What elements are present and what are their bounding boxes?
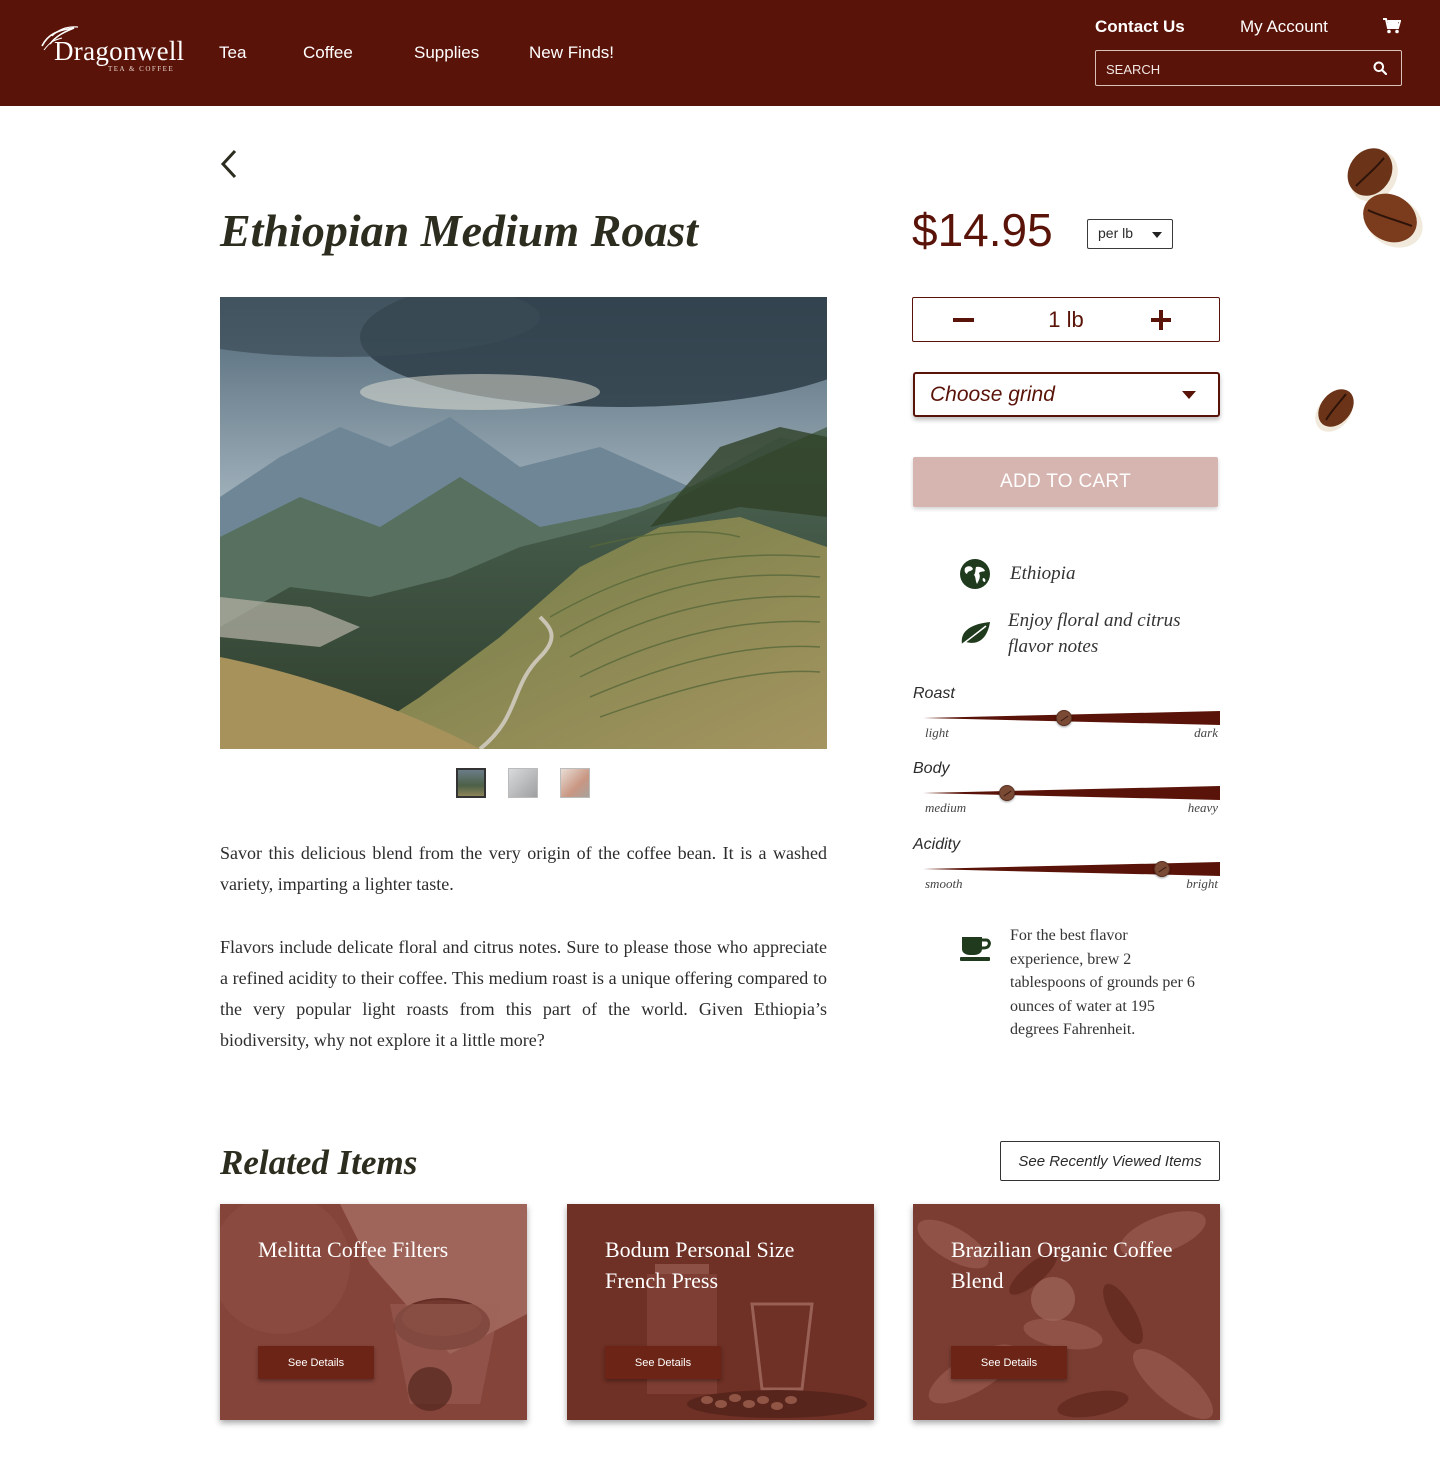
product-photo [220, 297, 827, 749]
body-scale: medium heavy [913, 783, 1220, 815]
thumbnail-1[interactable] [456, 768, 486, 798]
thumbnail-3[interactable] [560, 768, 590, 798]
roast-scale-knob[interactable] [1056, 710, 1072, 726]
search-box [1095, 50, 1402, 86]
see-recently-viewed-button[interactable]: See Recently Viewed Items [1000, 1141, 1220, 1181]
roast-scale: light dark [913, 708, 1220, 740]
card-title: Melitta Coffee Filters [258, 1237, 449, 1262]
logo-tagline: TEA & COFFEE [108, 65, 175, 73]
related-card-brazilian-blend[interactable]: Brazilian Organic Coffee Blend See Detai… [913, 1204, 1220, 1420]
product-description-1: Savor this delicious blend from the very… [220, 843, 827, 894]
flavor-text: Enjoy floral and citrus flavor notes [1008, 610, 1181, 657]
caret-down-icon [1182, 391, 1196, 399]
add-to-cart-button[interactable]: ADD TO CART [913, 457, 1218, 507]
card-title: Brazilian Organic Coffee Blend [951, 1237, 1173, 1293]
quantity-stepper: 1 lb [912, 297, 1220, 342]
body-scale-knob[interactable] [999, 785, 1015, 801]
site-header: Dragonwell TEA & COFFEE Tea Coffee Suppl… [0, 0, 1440, 106]
product-description-2: Flavors include delicate floral and citr… [220, 937, 827, 1050]
brew-tip: For the best flavor experience, brew 2 t… [1010, 927, 1195, 1039]
related-card-french-press[interactable]: Bodum Personal Size French Press See Det… [567, 1204, 874, 1420]
roast-low-label: light [925, 725, 949, 740]
product-title: Ethiopian Medium Roast [220, 205, 699, 256]
search-input[interactable] [1106, 59, 1356, 79]
cart-icon[interactable] [1383, 18, 1401, 34]
grind-select[interactable]: Choose grind [913, 372, 1220, 417]
see-details-button[interactable]: See Details [951, 1346, 1067, 1379]
nav-supplies[interactable]: Supplies [414, 43, 479, 63]
product-price: $14.95 [912, 204, 1053, 256]
caret-down-icon [1152, 232, 1162, 238]
back-chevron-icon[interactable] [218, 148, 240, 180]
acidity-low-label: smooth [925, 876, 963, 891]
unit-select[interactable]: per lb [1087, 219, 1173, 249]
unit-select-value: per lb [1098, 225, 1134, 241]
acidity-scale-knob[interactable] [1154, 861, 1170, 877]
roast-high-label: dark [1194, 725, 1218, 740]
body-high-label: heavy [1187, 800, 1218, 815]
coffee-cup-icon [960, 937, 991, 961]
related-items-heading: Related Items [220, 1143, 418, 1182]
see-details-button[interactable]: See Details [258, 1346, 374, 1379]
quantity-value: 1 lb [1048, 307, 1084, 332]
nav-new-finds[interactable]: New Finds! [529, 43, 614, 63]
nav-tea[interactable]: Tea [219, 43, 246, 63]
acidity-label: Acidity [913, 836, 961, 853]
acidity-scale: smooth bright [913, 859, 1220, 891]
coffee-beans-decoration [1347, 148, 1423, 248]
related-card-filters[interactable]: Melitta Coffee Filters See Details [220, 1204, 527, 1420]
thumbnail-2[interactable] [508, 768, 538, 798]
my-account-link[interactable]: My Account [1240, 17, 1328, 37]
body-low-label: medium [925, 800, 967, 815]
nav-coffee[interactable]: Coffee [303, 43, 353, 63]
contact-us-link[interactable]: Contact Us [1095, 17, 1185, 37]
logo[interactable]: Dragonwell TEA & COFFEE [40, 22, 184, 78]
see-details-button[interactable]: See Details [605, 1346, 721, 1379]
leaf-icon [959, 622, 990, 647]
search-icon[interactable] [1373, 61, 1387, 75]
card-title: Bodum Personal Size French Press [605, 1237, 795, 1293]
plus-icon[interactable] [1151, 310, 1171, 330]
origin-text: Ethiopia [1010, 563, 1076, 584]
logo-wordmark: Dragonwell [54, 36, 185, 66]
globe-icon [960, 559, 990, 589]
body-label: Body [913, 760, 950, 777]
grind-select-placeholder: Choose grind [930, 383, 1055, 406]
roast-label: Roast [913, 685, 955, 702]
coffee-bean-decoration [1315, 389, 1354, 432]
acidity-high-label: bright [1186, 876, 1218, 891]
